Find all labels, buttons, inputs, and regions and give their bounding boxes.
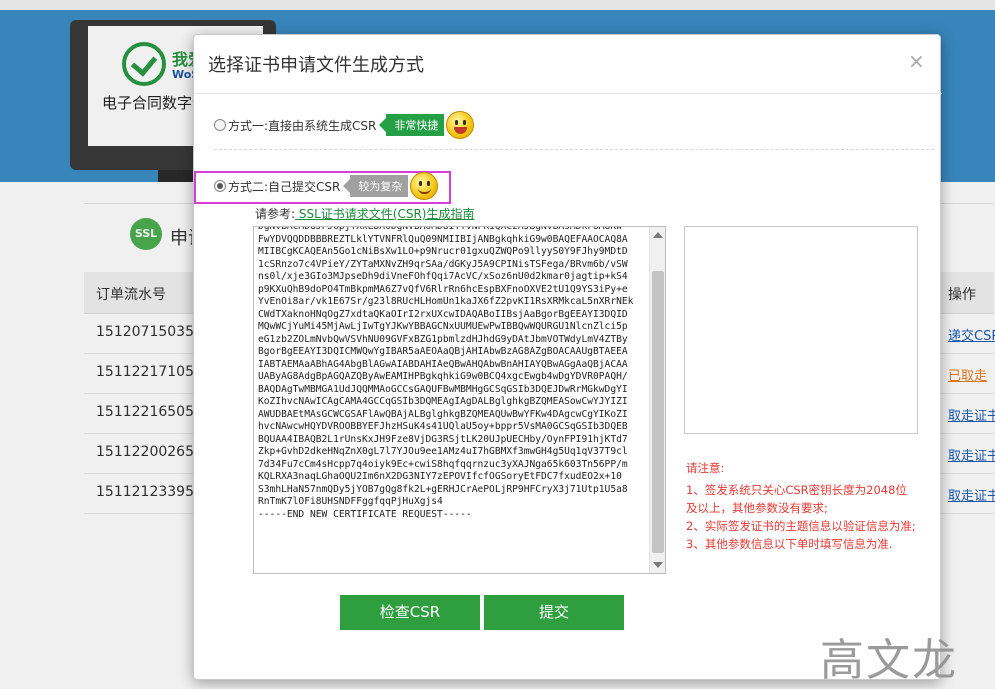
submit-button[interactable]: 提交 [484,595,624,630]
reference-line: 请参考: SSL证书请求文件(CSR)生成指南 [255,205,474,222]
option-separator [214,149,934,150]
reference-prefix: 请参考: [255,207,296,221]
option-1-radio[interactable] [214,119,226,131]
close-icon[interactable]: × [908,49,925,73]
note-item-1: 1、签发系统只关心CSR密钥长度为2048位及以上，其他参数没有要求; [686,483,907,515]
dialog-title: 选择证书申请文件生成方式 [208,55,424,76]
smile-emoji-icon [410,172,439,200]
option-1-row[interactable]: 方式一:直接由系统生成CSR 非常快捷 [214,111,475,139]
option-2-radio[interactable] [214,180,226,192]
option-1-tag: 非常快捷 [379,114,445,136]
author-watermark: 高文龙 [820,635,958,686]
scroll-thumb[interactable] [652,271,664,553]
notes-panel: 请注意: 1、签发系统只关心CSR密钥长度为2048位及以上，其他参数没有要求;… [686,459,918,553]
csr-method-dialog: 选择证书申请文件生成方式 × 方式一:直接由系统生成CSR 非常快捷 方式二:自… [193,34,942,680]
title-divider [194,93,942,94]
scroll-up-arrow-icon[interactable] [653,232,663,238]
check-csr-button[interactable]: 检查CSR [340,595,480,630]
csr-scrollbar[interactable] [649,227,665,573]
scroll-down-arrow-icon[interactable] [653,562,663,568]
option-2-label[interactable]: 方式二:自己提交CSR [228,178,340,195]
notes-heading: 请注意: [686,461,725,475]
note-item-2: 2、实际签发证书的主题信息以验证信息为准; [686,519,916,533]
option-2-tag: 较为复杂 [343,175,409,197]
grin-emoji-icon [446,111,475,139]
note-item-3: 3、其他参数信息以下单时填写信息为准. [686,537,893,551]
option-1-label[interactable]: 方式一:直接由系统生成CSR [228,117,376,134]
csr-text: DgNVBAcMDGJFJOpjTXxEDAODgNVBAoMDUITYVNFR… [258,226,634,520]
csr-textarea[interactable]: DgNVBAcMDGJFJOpjTXxEDAODgNVBAoMDUITYVNFR… [253,226,666,574]
csr-guide-link[interactable]: SSL证书请求文件(CSR)生成指南 [295,207,475,221]
csr-result-box [684,226,918,434]
option-2-row[interactable]: 方式二:自己提交CSR 较为复杂 [214,172,439,200]
